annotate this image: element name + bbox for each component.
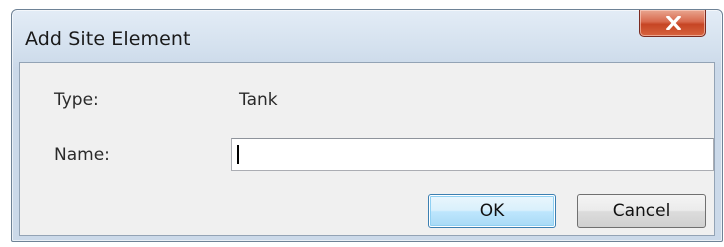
title-bar[interactable]: Add Site Element bbox=[12, 10, 722, 62]
type-label: Type: bbox=[54, 90, 99, 110]
ok-button[interactable]: OK bbox=[428, 194, 556, 228]
cancel-button[interactable]: Cancel bbox=[577, 194, 706, 228]
add-site-element-dialog: Add Site Element Type: Tank Name: OK Can… bbox=[11, 9, 723, 242]
text-caret bbox=[237, 145, 239, 164]
name-label: Name: bbox=[54, 145, 110, 165]
dialog-title: Add Site Element bbox=[25, 28, 191, 50]
close-icon bbox=[666, 16, 681, 30]
dialog-body: Type: Tank Name: OK Cancel bbox=[19, 62, 715, 236]
type-value: Tank bbox=[239, 90, 278, 110]
close-button[interactable] bbox=[639, 10, 706, 37]
name-input[interactable] bbox=[231, 138, 714, 171]
